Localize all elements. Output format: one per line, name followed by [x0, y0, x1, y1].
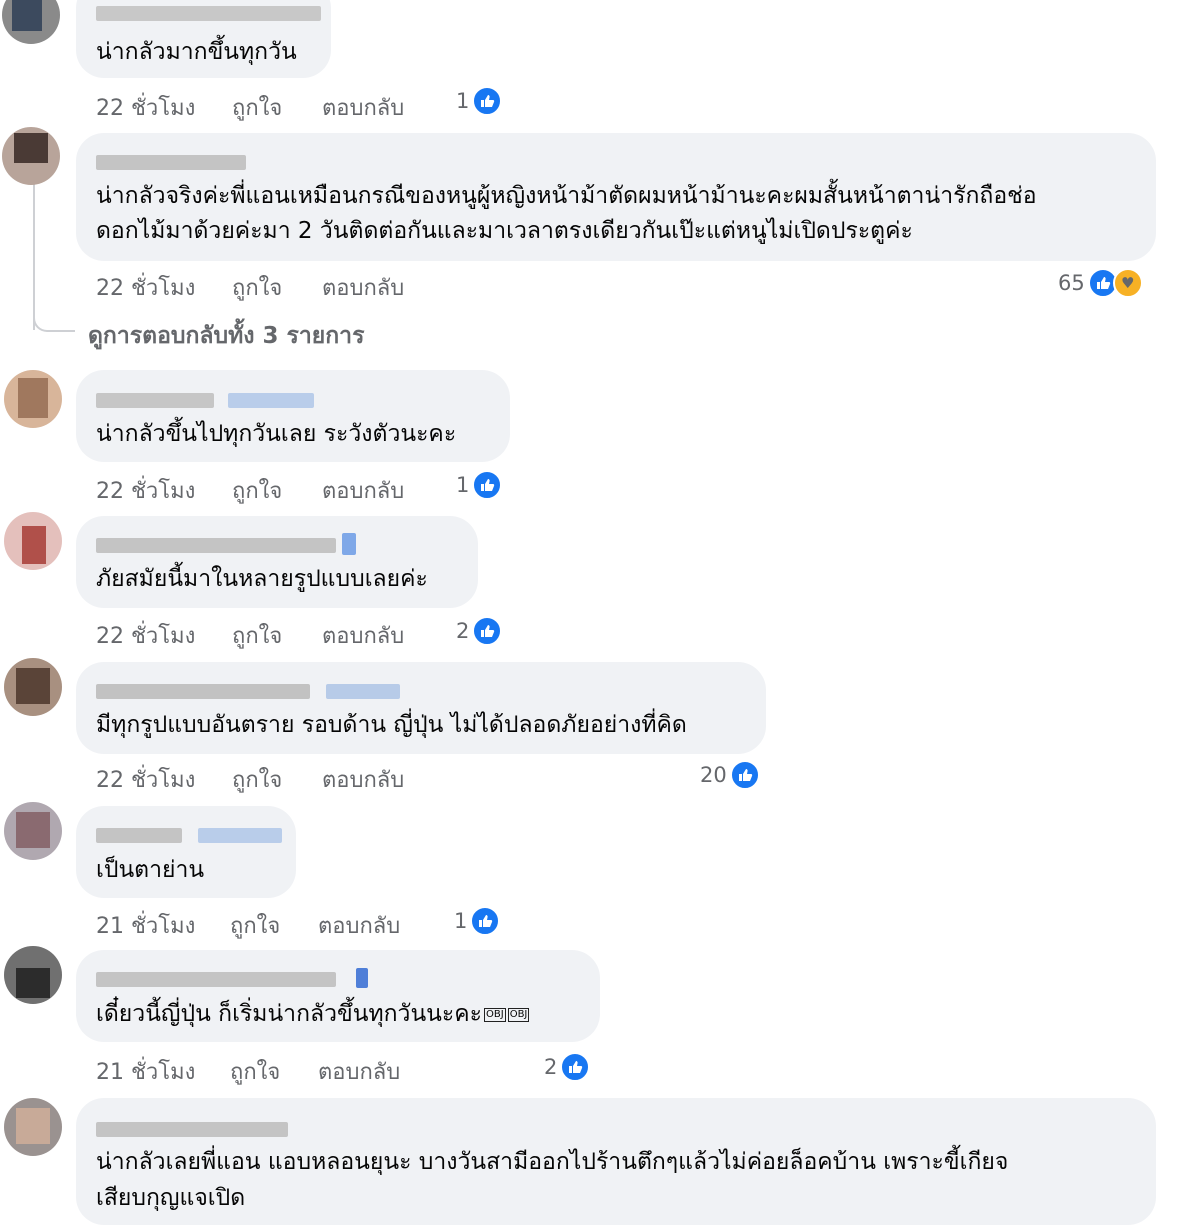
reply-button[interactable]: ตอบกลับ [322, 270, 404, 305]
like-button[interactable]: ถูกใจ [232, 762, 282, 797]
like-reaction-icon [560, 1052, 591, 1082]
avatar[interactable] [4, 512, 62, 570]
commenter-name[interactable] [96, 828, 182, 843]
comment-text-line1: น่ากลัวจริงค่ะพี่แอนเหมือนกรณีของหนูผู้ห… [96, 183, 1037, 209]
like-reaction-icon [729, 760, 760, 790]
like-button[interactable]: ถูกใจ [232, 618, 282, 653]
comment-text: เดี๋ยวนี้ญี่ปุ่น ก็เริ่มน่ากลัวขึ้นทุกวั… [96, 996, 530, 1032]
unrendered-emoji-icon: OBJ [507, 1007, 530, 1022]
like-reaction-icon [472, 470, 503, 500]
like-button[interactable]: ถูกใจ [232, 473, 282, 508]
comment-text-line1: น่ากลัวเลยพี่แอน แอบหลอนยุนะ บางวันสามีอ… [96, 1149, 1009, 1175]
reaction-count[interactable]: 20 [700, 760, 760, 790]
reaction-number: 1 [456, 89, 470, 113]
comment-text: มีทุกรูปแบบอันตราย รอบด้าน ญี่ปุ่น ไม่ได… [96, 712, 687, 738]
avatar[interactable] [4, 658, 62, 716]
comment-text-line2: เสียบกุญแจเปิด [96, 1185, 246, 1211]
comment-time[interactable]: 22 ชั่วโมง [96, 762, 195, 797]
like-button[interactable]: ถูกใจ [232, 270, 282, 305]
like-button[interactable]: ถูกใจ [232, 90, 282, 125]
comment-time[interactable]: 21 ชั่วโมง [96, 908, 195, 943]
reaction-number: 1 [456, 473, 470, 497]
reply-thread-curve [33, 305, 75, 332]
reply-button[interactable]: ตอบกลับ [322, 90, 404, 125]
reaction-count[interactable]: 1 [456, 86, 503, 116]
comment-text-line2: ดอกไม้มาด้วยค่ะมา 2 วันติดต่อกันและมาเวล… [96, 218, 913, 244]
commenter-name[interactable] [96, 1122, 288, 1137]
reaction-number: 1 [454, 909, 468, 933]
care-reaction-icon: ♥ [1112, 268, 1143, 298]
reaction-count[interactable]: 65 ♥ [1058, 268, 1143, 298]
commenter-name[interactable] [96, 538, 336, 553]
commenter-name[interactable] [96, 6, 321, 21]
view-replies-link[interactable]: ดูการตอบกลับทั้ง 3 รายการ [88, 318, 364, 354]
commenter-badge[interactable] [228, 393, 314, 408]
verified-badge [342, 533, 356, 555]
commenter-badge[interactable] [326, 684, 400, 699]
reaction-number: 2 [544, 1055, 558, 1079]
commenter-name[interactable] [96, 684, 310, 699]
comment-text: เป็นตาย่าน [96, 857, 205, 883]
reaction-number: 20 [700, 763, 727, 787]
avatar[interactable] [2, 0, 60, 44]
like-reaction-icon [470, 906, 501, 936]
like-reaction-icon [472, 86, 503, 116]
comment-time[interactable]: 22 ชั่วโมง [96, 618, 195, 653]
reaction-count[interactable]: 2 [456, 616, 503, 646]
unrendered-emoji-icon: OBJ [484, 1007, 506, 1022]
like-button[interactable]: ถูกใจ [230, 1054, 280, 1089]
comment-time[interactable]: 22 ชั่วโมง [96, 270, 195, 305]
reaction-number: 65 [1058, 271, 1085, 295]
comment-time[interactable]: 22 ชั่วโมง [96, 90, 195, 125]
like-reaction-icon [472, 616, 503, 646]
avatar[interactable] [4, 370, 62, 428]
comment-time[interactable]: 21 ชั่วโมง [96, 1054, 195, 1089]
like-button[interactable]: ถูกใจ [230, 908, 280, 943]
reaction-count[interactable]: 2 [544, 1052, 591, 1082]
comment-text: น่ากลัวมากขึ้นทุกวัน [96, 39, 297, 65]
reaction-count[interactable]: 1 [454, 906, 501, 936]
comment-time[interactable]: 22 ชั่วโมง [96, 473, 195, 508]
commenter-name[interactable] [96, 155, 246, 170]
reply-button[interactable]: ตอบกลับ [318, 1054, 400, 1089]
reaction-number: 2 [456, 619, 470, 643]
reply-button[interactable]: ตอบกลับ [322, 618, 404, 653]
avatar[interactable] [2, 127, 60, 185]
commenter-name[interactable] [96, 972, 336, 987]
avatar[interactable] [4, 1098, 62, 1156]
comment-text: น่ากลัวขึ้นไปทุกวันเลย ระวังตัวนะคะ [96, 421, 457, 447]
avatar[interactable] [4, 802, 62, 860]
reaction-count[interactable]: 1 [456, 470, 503, 500]
reply-button[interactable]: ตอบกลับ [322, 473, 404, 508]
commenter-badge[interactable] [198, 828, 282, 843]
comment-text: ภัยสมัยนี้มาในหลายรูปแบบเลยค่ะ [96, 566, 428, 592]
comment-text-body: เดี๋ยวนี้ญี่ปุ่น ก็เริ่มน่ากลัวขึ้นทุกวั… [96, 1001, 483, 1027]
commenter-name[interactable] [96, 393, 214, 408]
avatar[interactable] [4, 946, 62, 1004]
reply-button[interactable]: ตอบกลับ [318, 908, 400, 943]
verified-badge [356, 968, 368, 988]
reply-button[interactable]: ตอบกลับ [322, 762, 404, 797]
